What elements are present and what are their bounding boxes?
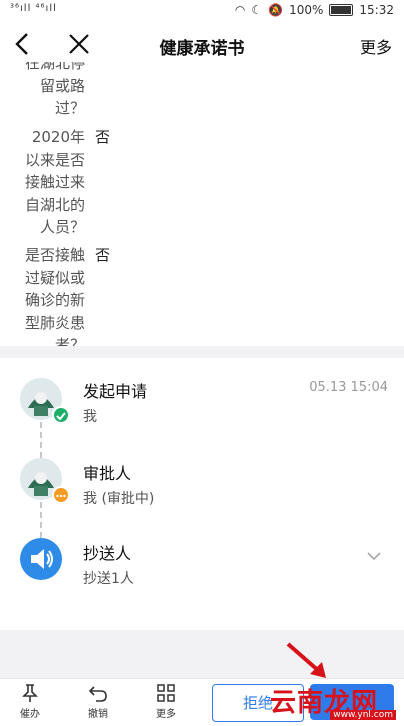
status-bar: ³⁶ıll ⁴⁶ıll ◠ ☾ 🔕 100% 15:32: [0, 0, 404, 22]
flow-step-cc[interactable]: 抄送人 抄送1人: [0, 538, 404, 608]
step-subtitle: 我 (审批中): [83, 491, 155, 507]
step-subtitle: 抄送1人: [83, 571, 134, 587]
battery-percent: 100%: [289, 3, 324, 17]
clock: 15:32: [359, 3, 394, 17]
pending-badge-icon: [52, 486, 70, 504]
undo-icon: [76, 683, 120, 705]
status-right: ◠ ☾ 🔕 100% 15:32: [235, 3, 394, 17]
question-label: 在湖北停 留或路 过？: [24, 62, 85, 117]
back-icon[interactable]: [12, 30, 40, 62]
step-title: 抄送人: [83, 544, 132, 563]
bottom-spacer: [0, 630, 404, 678]
approval-flow: 发起申请 我 05.13 15:04 审批人 我 (审批中) 抄送人 抄送1人: [0, 358, 404, 630]
red-arrow-icon: [282, 640, 332, 680]
speaker-icon: [20, 538, 62, 580]
mute-icon: 🔕: [268, 3, 284, 17]
check-badge-icon: [52, 406, 70, 424]
step-title: 发起申请: [83, 382, 148, 401]
watermark-url: www.ynl.com: [330, 710, 396, 720]
signal-indicator: ³⁶ıll ⁴⁶ıll: [10, 3, 57, 14]
form-row: 是否接触 过疑似或 确诊的新 型肺炎患 者？ 否: [0, 244, 404, 346]
question-label: 2020年 以来是否 接触过来 自湖北的 人员？: [24, 128, 85, 236]
form-row: 2020年 以来是否 接触过来 自湖北的 人员？ 否: [0, 126, 404, 238]
watermark: 云南龙网 www.ynl.com: [262, 676, 402, 724]
wifi-icon: ◠: [234, 3, 246, 17]
undo-button[interactable]: 撤销: [76, 683, 120, 723]
close-icon[interactable]: [66, 30, 94, 62]
flow-step-initiate[interactable]: 发起申请 我 05.13 15:04: [0, 378, 404, 448]
section-divider: [0, 346, 404, 358]
answer-value: 否: [95, 128, 111, 146]
step-subtitle: 我: [83, 409, 97, 425]
form-row: 在湖北停 留或路 过？: [0, 62, 404, 122]
more-tools-button[interactable]: 更多: [144, 683, 188, 723]
moon-icon: ☾: [251, 3, 263, 17]
question-label: 是否接触 过疑似或 确诊的新 型肺炎患 者？: [24, 246, 85, 346]
pin-icon: [8, 683, 52, 705]
step-time: 05.13 15:04: [309, 380, 388, 395]
answer-value: 否: [95, 246, 111, 264]
grid-icon: [144, 683, 188, 705]
page-title: 健康承诺书: [159, 39, 245, 59]
step-title: 审批人: [83, 464, 132, 483]
battery-icon: [329, 4, 354, 16]
urge-button[interactable]: 催办: [8, 683, 52, 723]
chevron-down-icon[interactable]: [366, 546, 382, 565]
more-button[interactable]: 更多: [360, 34, 392, 58]
health-form: 在湖北停 留或路 过？ 2020年 以来是否 接触过来 自湖北的 人员？ 否 是…: [0, 62, 404, 346]
flow-step-approver[interactable]: 审批人 我 (审批中): [0, 458, 404, 528]
